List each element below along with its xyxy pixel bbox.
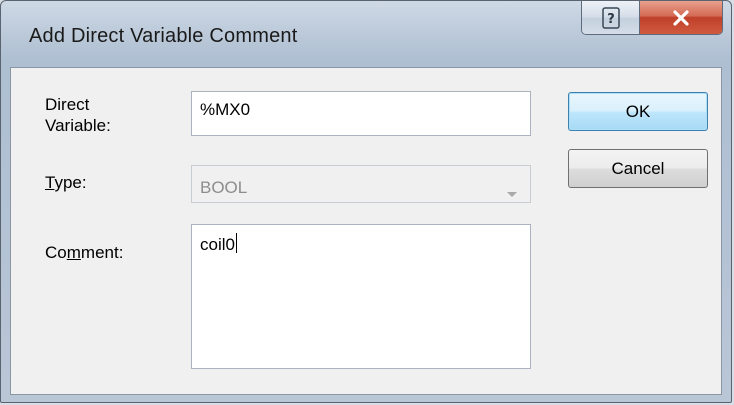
comment-label: Comment:: [45, 242, 123, 263]
direct-variable-label: Direct Variable:: [45, 94, 111, 136]
caption-buttons: ?: [581, 1, 723, 35]
cancel-button[interactable]: Cancel: [568, 149, 708, 188]
type-label: Type:: [45, 172, 87, 193]
comment-label-pre: Co: [45, 243, 67, 262]
type-label-rest: ype:: [54, 173, 87, 192]
dialog-client-area: Direct Variable: %MX0 Type: BOOL Comment…: [10, 67, 722, 395]
dialog-window: Add Direct Variable Comment ? Direct Var…: [0, 0, 732, 403]
comment-textarea[interactable]: coil0: [191, 224, 531, 369]
direct-variable-value: %MX0: [200, 100, 251, 119]
ok-button-label: OK: [625, 101, 651, 121]
close-icon: [673, 9, 689, 26]
type-select-value: BOOL: [200, 178, 248, 197]
help-button[interactable]: ?: [582, 1, 640, 34]
type-select[interactable]: BOOL: [191, 165, 531, 203]
cancel-button-label: Cancel: [611, 158, 665, 178]
chevron-down-icon: [506, 183, 518, 203]
window-title: Add Direct Variable Comment: [29, 25, 298, 47]
direct-variable-label-line2: Variable:: [45, 116, 111, 135]
close-button[interactable]: [640, 1, 722, 34]
comment-value: coil0: [200, 235, 235, 254]
ok-button[interactable]: OK: [568, 92, 708, 131]
direct-variable-label-line1: Direct: [45, 95, 90, 114]
text-caret: [235, 233, 237, 253]
help-icon: ?: [601, 6, 620, 29]
comment-label-post: ment:: [80, 243, 124, 262]
help-glyph: ?: [607, 12, 615, 27]
direct-variable-field[interactable]: %MX0: [191, 91, 531, 136]
comment-label-mnemonic: m: [66, 243, 81, 262]
title-bar[interactable]: Add Direct Variable Comment ?: [1, 1, 731, 67]
